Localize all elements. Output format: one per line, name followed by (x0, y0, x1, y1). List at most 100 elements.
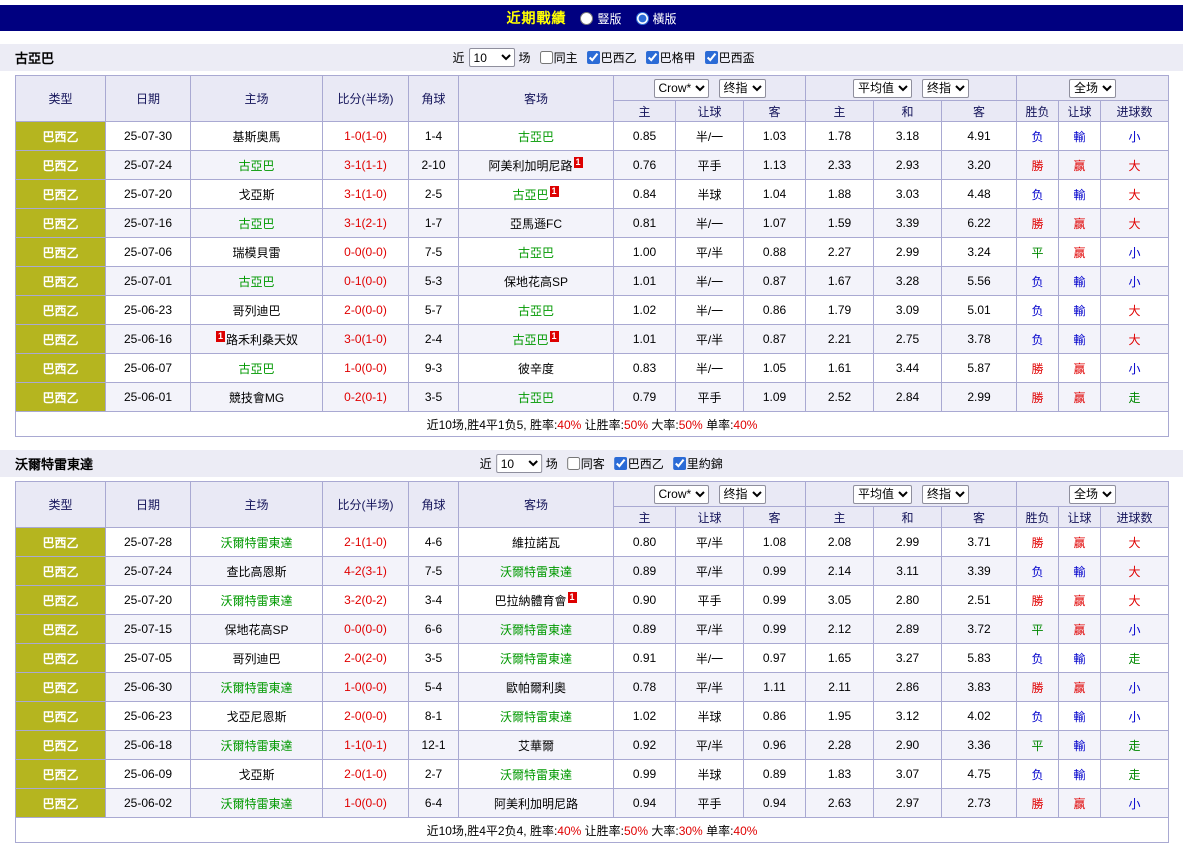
match-row: 巴西乙25-07-01古亞巴0-1(0-0)5-3保地花高SP1.01半/一0.… (16, 267, 1169, 296)
team-name-link[interactable]: 古亞巴 (238, 217, 274, 231)
team-name-link[interactable]: 古亞巴 (512, 188, 548, 202)
result-cell: 勝 (1017, 673, 1059, 702)
sub-column-header: 客 (744, 101, 806, 122)
match-row: 巴西乙25-06-02沃爾特雷東達1-0(0-0)6-4阿美利加明尼路0.94平… (16, 789, 1169, 818)
filter-checkbox[interactable] (705, 51, 718, 64)
result-cell: 大 (1101, 151, 1169, 180)
fullmatch-scope-select[interactable]: 全场 (1069, 79, 1116, 98)
team-name-link[interactable]: 古亞巴 (518, 130, 554, 144)
layout-option-vertical[interactable]: 豎版 (580, 10, 621, 27)
team-name-link[interactable]: 戈亞尼恩斯 (226, 710, 286, 724)
team-name-link[interactable]: 艾華爾 (518, 739, 554, 753)
odds-cell: 1.79 (806, 296, 874, 325)
team-name-link[interactable]: 瑞模貝雷 (232, 246, 280, 260)
average-odds-select[interactable]: 平均值 (853, 79, 912, 98)
summary-stat-label: 大率: (651, 418, 678, 432)
team-name-link[interactable]: 競技會MG (229, 391, 284, 405)
sub-column-header: 客 (744, 507, 806, 528)
team-name-link[interactable]: 阿美利加明尼路 (488, 159, 572, 173)
recent-count-select[interactable]: 10 (496, 454, 542, 473)
team-name-link[interactable]: 沃爾特雷東達 (220, 739, 292, 753)
odds-group-header: 平均值终指 (806, 76, 1017, 101)
result-cell: 走 (1101, 760, 1169, 789)
odds-group-header: Crow* 终指 (614, 482, 806, 507)
filter-checkbox[interactable] (587, 51, 600, 64)
team-name-link[interactable]: 古亞巴 (518, 304, 554, 318)
average-odds-select[interactable]: 平均值 (853, 485, 912, 504)
filter-option[interactable]: 巴西乙 (614, 455, 664, 472)
filter-option[interactable]: 同主 (540, 49, 578, 66)
europe-final-select[interactable]: 终指 (922, 79, 969, 98)
team-name-link[interactable]: 查比高恩斯 (226, 565, 286, 579)
date-cell: 25-06-09 (106, 760, 191, 789)
team-name-link[interactable]: 沃爾特雷東達 (500, 623, 572, 637)
team-name-link[interactable]: 彼辛度 (518, 362, 554, 376)
team-name-link[interactable]: 保地花高SP (504, 275, 568, 289)
match-row: 巴西乙25-07-20沃爾特雷東達3-2(0-2)3-4巴拉納體育會10.90平… (16, 586, 1169, 615)
layout-option-horizontal[interactable]: 橫版 (636, 10, 677, 27)
team-name-link[interactable]: 哥列迪巴 (232, 304, 280, 318)
team-name-link[interactable]: 沃爾特雷東達 (220, 797, 292, 811)
vertical-layout-radio[interactable] (580, 12, 593, 25)
odds-cell: 0.92 (614, 731, 676, 760)
team-name-link[interactable]: 哥列迪巴 (232, 652, 280, 666)
team-name-link[interactable]: 沃爾特雷東達 (500, 768, 572, 782)
team-name-link[interactable]: 古亞巴 (518, 246, 554, 260)
match-row: 巴西乙25-06-07古亞巴1-0(0-0)9-3彼辛度0.83半/一1.051… (16, 354, 1169, 383)
team-name-link[interactable]: 沃爾特雷東達 (500, 710, 572, 724)
team-name-link[interactable]: 古亞巴 (512, 333, 548, 347)
filter-checkbox[interactable] (646, 51, 659, 64)
recent-count-select[interactable]: 10 (469, 48, 515, 67)
team-name-link[interactable]: 沃爾特雷東達 (220, 681, 292, 695)
team-name-link[interactable]: 沃爾特雷東達 (220, 536, 292, 550)
date-cell: 25-07-30 (106, 122, 191, 151)
team-name-link[interactable]: 古亞巴 (238, 159, 274, 173)
odds-cell: 0.94 (744, 789, 806, 818)
filter-checkbox[interactable] (540, 51, 553, 64)
team-section-bar: 古亞巴近10场同主巴西乙巴格甲巴西盃 (0, 44, 1183, 71)
filter-option[interactable]: 同客 (567, 455, 605, 472)
filter-option[interactable]: 巴西乙 (587, 49, 637, 66)
filter-option[interactable]: 巴格甲 (646, 49, 696, 66)
team-name-link[interactable]: 歐帕爾利奧 (506, 681, 566, 695)
team-name-link[interactable]: 路禾利桑天奴 (226, 333, 298, 347)
sub-column-header: 让球 (676, 101, 744, 122)
filter-checkbox[interactable] (567, 457, 580, 470)
summary-stat-value: 40% (733, 418, 757, 432)
team-name-link[interactable]: 戈亞斯 (238, 188, 274, 202)
filter-checkbox[interactable] (673, 457, 686, 470)
result-cell: 负 (1017, 325, 1059, 354)
filter-checkbox[interactable] (614, 457, 627, 470)
team-name-link[interactable]: 古亞巴 (238, 362, 274, 376)
team-name-link[interactable]: 基斯奧馬 (232, 130, 280, 144)
team-name-link[interactable]: 古亞巴 (518, 391, 554, 405)
handicap-final-select[interactable]: 终指 (719, 79, 766, 98)
team-name-link[interactable]: 沃爾特雷東達 (500, 565, 572, 579)
handicap-final-select[interactable]: 终指 (719, 485, 766, 504)
team-name-link[interactable]: 亞馬遜FC (510, 217, 562, 231)
result-cell: 大 (1101, 528, 1169, 557)
filter-option[interactable]: 巴西盃 (705, 49, 755, 66)
team-name-link[interactable]: 巴拉納體育會 (494, 594, 566, 608)
crown-odds-select[interactable]: Crow* (654, 79, 709, 98)
europe-final-select[interactable]: 终指 (922, 485, 969, 504)
crown-odds-select[interactable]: Crow* (654, 485, 709, 504)
team-name-link[interactable]: 古亞巴 (238, 275, 274, 289)
team-name-link[interactable]: 戈亞斯 (238, 768, 274, 782)
team-name-link[interactable]: 沃爾特雷東達 (500, 652, 572, 666)
team-name-link[interactable]: 保地花高SP (224, 623, 288, 637)
horizontal-layout-radio[interactable] (636, 12, 649, 25)
away-team-cell: 保地花高SP (459, 267, 614, 296)
corner-cell: 2-10 (409, 151, 459, 180)
odds-cell: 2.12 (806, 615, 874, 644)
date-cell: 25-06-23 (106, 702, 191, 731)
team-name-link[interactable]: 維拉諾瓦 (512, 536, 560, 550)
team-name-link[interactable]: 沃爾特雷東達 (220, 594, 292, 608)
team-name-link[interactable]: 阿美利加明尼路 (494, 797, 578, 811)
fullmatch-scope-select[interactable]: 全场 (1069, 485, 1116, 504)
sub-column-header: 客 (942, 101, 1017, 122)
summary-stat-label: 让胜率: (585, 824, 624, 838)
score-cell: 1-0(0-0) (323, 673, 409, 702)
away-team-cell: 沃爾特雷東達 (459, 644, 614, 673)
filter-option[interactable]: 里約錦 (673, 455, 723, 472)
